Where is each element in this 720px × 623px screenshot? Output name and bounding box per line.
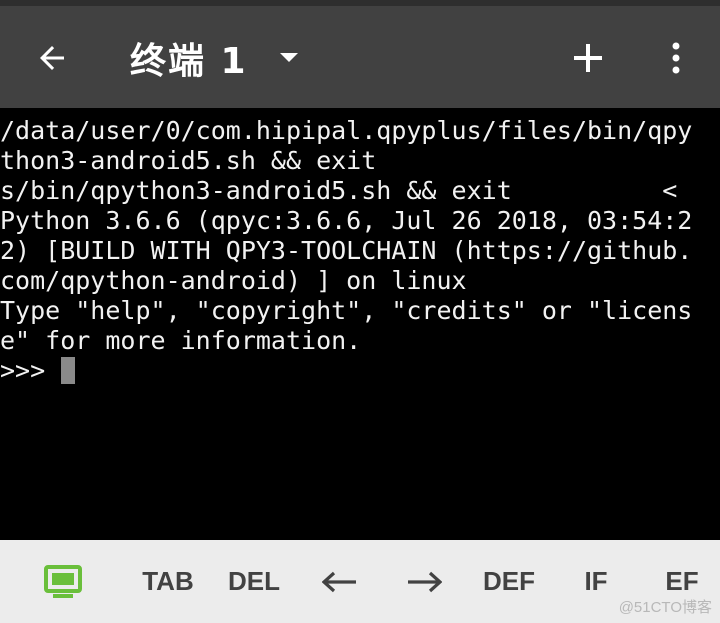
- arrow-left-icon: [40, 46, 64, 70]
- if-key[interactable]: IF: [574, 540, 618, 623]
- def-key[interactable]: DEF: [478, 540, 540, 623]
- terminal-line: Type "help", "copyright", "credits" or "…: [0, 296, 693, 325]
- session-title: 终端 1: [130, 41, 248, 82]
- python-prompt: >>>: [0, 356, 61, 385]
- terminal-line: 2) [BUILD WITH QPY3-TOOLCHAIN (https://g…: [0, 236, 693, 265]
- extra-keys-bar: TAB DEL DEF IF EF @51CTO博客: [0, 540, 720, 623]
- arrow-left-icon: [322, 571, 356, 592]
- arrow-right-icon: [408, 571, 442, 592]
- session-title-dropdown[interactable]: 终端 1: [130, 34, 300, 82]
- terminal-line: thon3-android5.sh && exit: [0, 146, 377, 175]
- terminal-line: e" for more information.: [0, 326, 362, 355]
- terminal-line: Python 3.6.6 (qpyc:3.6.6, Jul 26 2018, 0…: [0, 206, 693, 235]
- arrow-right-key[interactable]: [400, 540, 448, 623]
- terminal-line: s/bin/qpython3-android5.sh && exit <: [0, 176, 678, 205]
- more-options-button[interactable]: [652, 34, 700, 82]
- del-key[interactable]: DEL: [224, 540, 284, 623]
- text-cursor: [61, 357, 76, 384]
- arrow-left-key[interactable]: [316, 540, 364, 623]
- app-bar: 终端 1: [0, 6, 720, 108]
- keyboard-monitor-icon: [44, 564, 82, 598]
- watermark: @51CTO博客: [618, 599, 712, 616]
- plus-icon: [574, 44, 602, 72]
- terminal-output[interactable]: /data/user/0/com.hipipal.qpyplus/files/b…: [0, 108, 720, 540]
- vertical-dots-icon: [672, 42, 680, 74]
- tab-key[interactable]: TAB: [136, 540, 200, 623]
- back-button[interactable]: [28, 34, 76, 82]
- terminal-line: com/qpython-android) ] on linux: [0, 266, 467, 295]
- terminal-line: /data/user/0/com.hipipal.qpyplus/files/b…: [0, 116, 693, 145]
- keyboard-toggle-button[interactable]: [38, 540, 88, 623]
- terminal-prompt-line: >>>: [0, 356, 720, 386]
- add-session-button[interactable]: [564, 34, 612, 82]
- caret-down-icon: [278, 51, 300, 65]
